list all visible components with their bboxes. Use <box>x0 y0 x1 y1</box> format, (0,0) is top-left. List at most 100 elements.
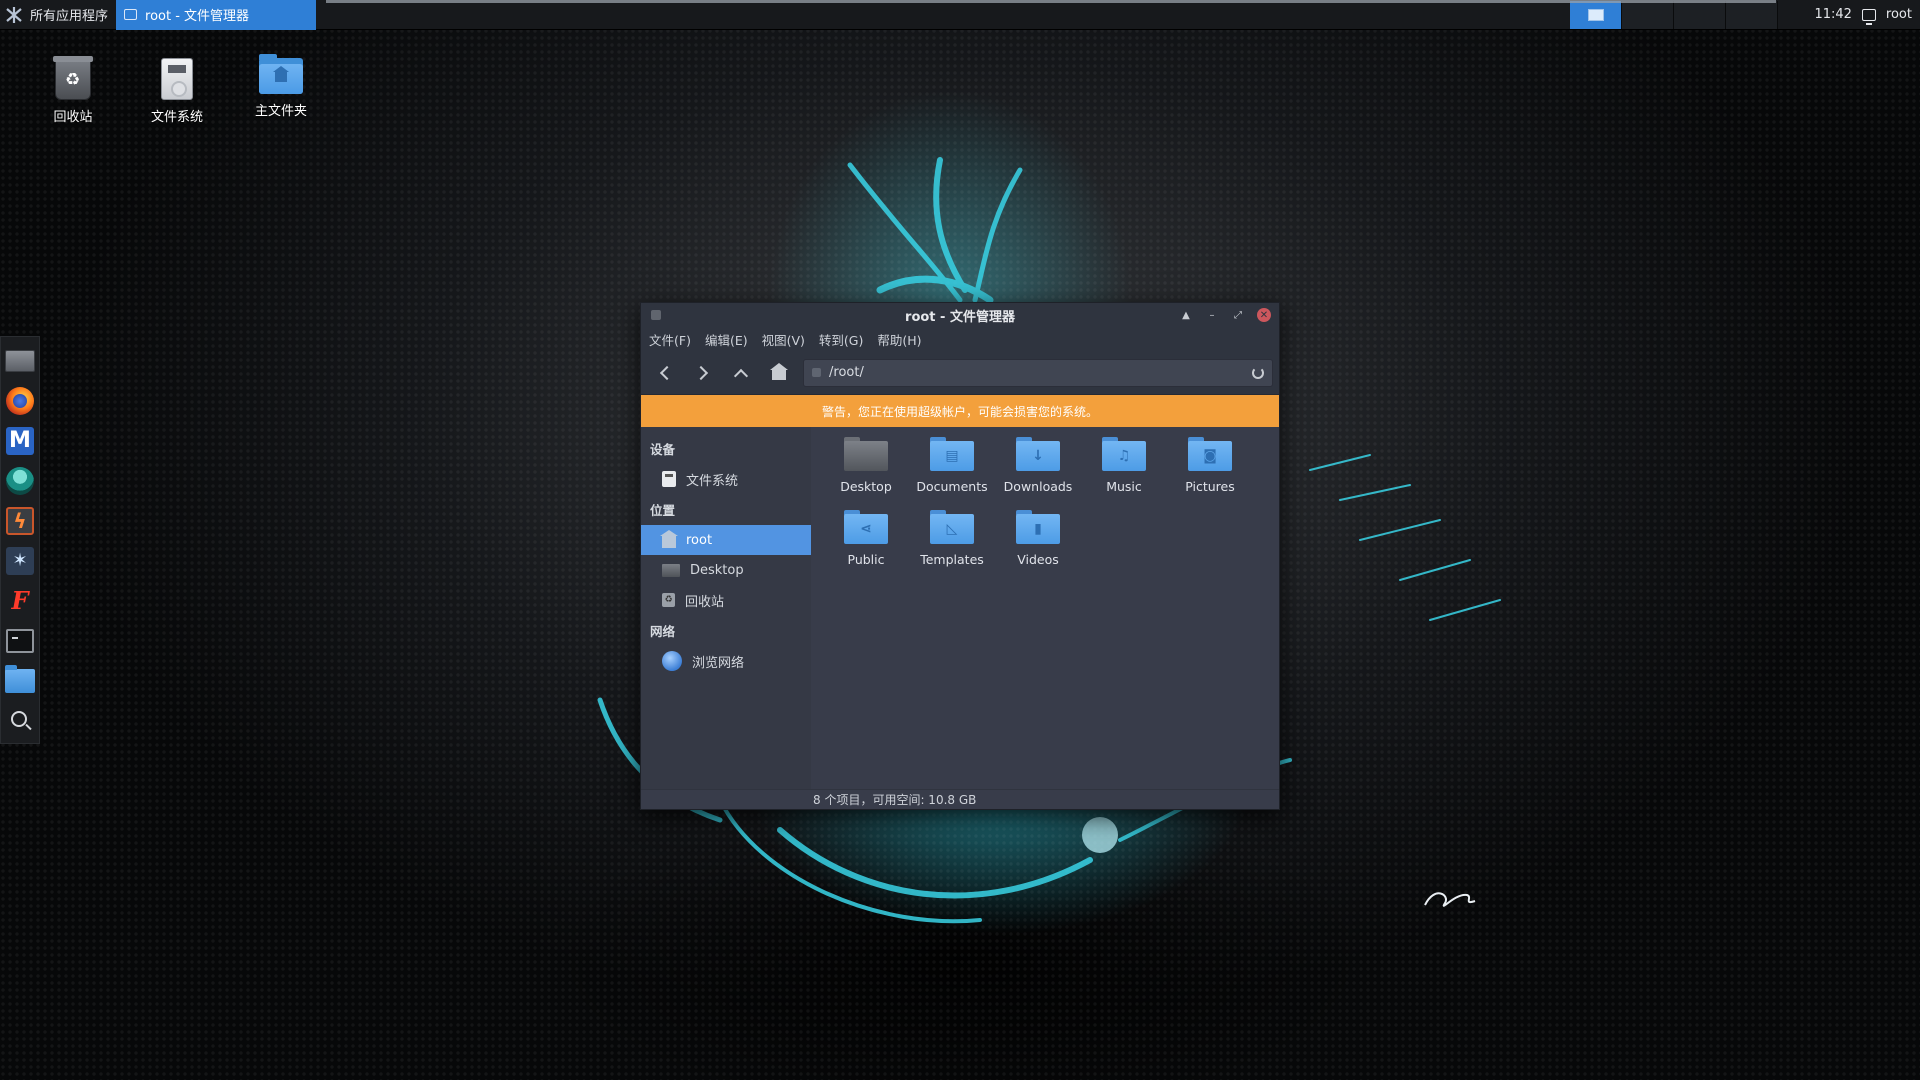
taskbar-window-file-manager[interactable]: root - 文件管理器 <box>116 0 317 30</box>
panel-activity-bar <box>326 0 1776 3</box>
display-icon[interactable] <box>1861 8 1876 25</box>
dock-burpsuite[interactable]: ϟ <box>4 505 36 536</box>
location-bar[interactable]: /root/ <box>803 358 1273 387</box>
file-item-public[interactable]: ⋖ Public <box>823 510 909 567</box>
shade-button[interactable]: ▲ <box>1179 308 1193 322</box>
dock-search[interactable] <box>4 705 36 736</box>
chevron-left-icon <box>659 365 675 380</box>
file-label: Downloads <box>1003 479 1073 494</box>
sidebar-item-trash[interactable]: ♻ 回收站 <box>641 585 811 615</box>
m-app-icon: M <box>6 426 34 455</box>
dock-faraday[interactable]: F <box>4 585 36 616</box>
sidebar: 设备 文件系统 位置 root Desktop ♻ 回收站 网络 浏览网络 <box>641 427 811 789</box>
videos-folder-icon: ▮ <box>1016 510 1060 544</box>
faraday-icon: F <box>11 586 29 615</box>
dock-files[interactable] <box>4 664 36 696</box>
dock-terminal[interactable] <box>4 625 36 656</box>
dock-armitage[interactable] <box>4 465 36 496</box>
reload-icon[interactable] <box>1252 366 1264 379</box>
top-panel: 所有应用程序 root - 文件管理器 11:42 root <box>0 0 1920 30</box>
location-icon <box>812 368 821 377</box>
file-item-templates[interactable]: ◺ Templates <box>909 510 995 567</box>
sidebar-item-label: 浏览网络 <box>692 655 745 671</box>
file-item-music[interactable]: ♫ Music <box>1081 437 1167 494</box>
maximize-button[interactable]: ⤢ <box>1231 308 1245 322</box>
home-folder-icon <box>259 54 303 94</box>
user-menu[interactable]: root <box>1886 7 1912 22</box>
sidebar-item-filesystem[interactable]: 文件系统 <box>641 464 811 494</box>
window-body: 设备 文件系统 位置 root Desktop ♻ 回收站 网络 浏览网络 De… <box>641 427 1279 789</box>
sidebar-item-label: root <box>686 532 713 548</box>
window-menu-icon[interactable] <box>651 310 661 320</box>
dock-firefox[interactable] <box>4 385 36 416</box>
system-tray: 11:42 root <box>1814 0 1920 30</box>
file-view[interactable]: Desktop ▤ Documents ↓ Downloads ♫ Music … <box>811 427 1279 789</box>
workspace-3[interactable] <box>1674 0 1727 29</box>
trash-icon: ♻ <box>662 593 675 607</box>
home-button[interactable] <box>765 359 793 387</box>
desktop-icon <box>662 563 680 577</box>
file-item-desktop[interactable]: Desktop <box>823 437 909 494</box>
sidebar-item-desktop[interactable]: Desktop <box>641 555 811 585</box>
close-button[interactable]: ✕ <box>1257 308 1271 322</box>
minimize-button[interactable]: – <box>1205 308 1219 322</box>
chevron-up-icon <box>733 368 749 383</box>
sidebar-item-browse-network[interactable]: 浏览网络 <box>641 646 811 676</box>
desktop-icon-filesystem[interactable]: 文件系统 <box>132 58 222 125</box>
applications-menu-button[interactable]: 所有应用程序 <box>0 0 116 30</box>
sidebar-item-label: 回收站 <box>685 594 725 610</box>
parent-folder-button[interactable] <box>727 359 755 387</box>
forward-button[interactable] <box>689 359 717 387</box>
status-bar: 8 个项目，可用空间: 10.8 GB <box>641 789 1279 809</box>
menu-go[interactable]: 转到(G) <box>819 330 863 349</box>
firefox-icon <box>6 386 34 415</box>
file-label: Music <box>1106 479 1142 494</box>
back-button[interactable] <box>651 359 679 387</box>
file-item-downloads[interactable]: ↓ Downloads <box>995 437 1081 494</box>
taskbar-window-title: root - 文件管理器 <box>145 9 250 24</box>
sidebar-item-label: 文件系统 <box>686 473 739 489</box>
chevron-right-icon <box>693 365 709 380</box>
menu-bar: 文件(F) 编辑(E) 视图(V) 转到(G) 帮助(H) <box>641 327 1279 351</box>
file-label: Documents <box>916 479 988 494</box>
sidebar-item-label: Desktop <box>690 562 744 578</box>
file-label: Templates <box>920 552 984 567</box>
menu-edit[interactable]: 编辑(E) <box>705 330 748 349</box>
monitor-icon <box>5 349 35 372</box>
workspace-switcher <box>1570 0 1779 30</box>
clock[interactable]: 11:42 <box>1814 7 1851 22</box>
pictures-folder-icon: ◙ <box>1188 437 1232 471</box>
desktop-icon-home[interactable]: 主文件夹 <box>236 54 326 119</box>
workspace-4[interactable] <box>1726 0 1779 29</box>
sidebar-header-places: 位置 <box>650 503 676 518</box>
file-item-videos[interactable]: ▮ Videos <box>995 510 1081 567</box>
file-label: Public <box>847 552 885 567</box>
home-icon <box>770 363 788 380</box>
dock-metasploit[interactable]: M <box>4 425 36 456</box>
sidebar-item-root[interactable]: root <box>641 525 811 555</box>
home-icon <box>660 529 678 548</box>
desktop-icon-trash[interactable]: ♻ 回收站 <box>28 56 118 125</box>
dock-kali-tool[interactable]: ✶ <box>4 545 36 576</box>
terminal-icon <box>6 628 34 653</box>
search-icon <box>10 711 27 727</box>
menu-file[interactable]: 文件(F) <box>649 330 691 349</box>
desktop-icon-label: 回收站 <box>53 110 93 125</box>
menu-view[interactable]: 视图(V) <box>762 330 805 349</box>
location-path[interactable]: /root/ <box>829 365 1244 380</box>
armitage-icon <box>6 466 34 495</box>
file-grid: Desktop ▤ Documents ↓ Downloads ♫ Music … <box>823 437 1253 567</box>
file-manager-window: root - 文件管理器 ▲ – ⤢ ✕ 文件(F) 编辑(E) 视图(V) 转… <box>640 302 1280 810</box>
dock-show-desktop[interactable] <box>4 345 36 376</box>
folder-icon <box>5 664 35 693</box>
file-item-pictures[interactable]: ◙ Pictures <box>1167 437 1253 494</box>
window-titlebar[interactable]: root - 文件管理器 ▲ – ⤢ ✕ <box>641 303 1279 327</box>
file-item-documents[interactable]: ▤ Documents <box>909 437 995 494</box>
workspace-2[interactable] <box>1622 0 1675 29</box>
workspace-window-thumb <box>1587 8 1604 21</box>
workspace-1[interactable] <box>1570 0 1623 29</box>
sidebar-header-devices: 设备 <box>650 442 676 457</box>
network-icon <box>662 651 682 671</box>
menu-help[interactable]: 帮助(H) <box>877 330 921 349</box>
trash-icon: ♻ <box>53 56 93 100</box>
